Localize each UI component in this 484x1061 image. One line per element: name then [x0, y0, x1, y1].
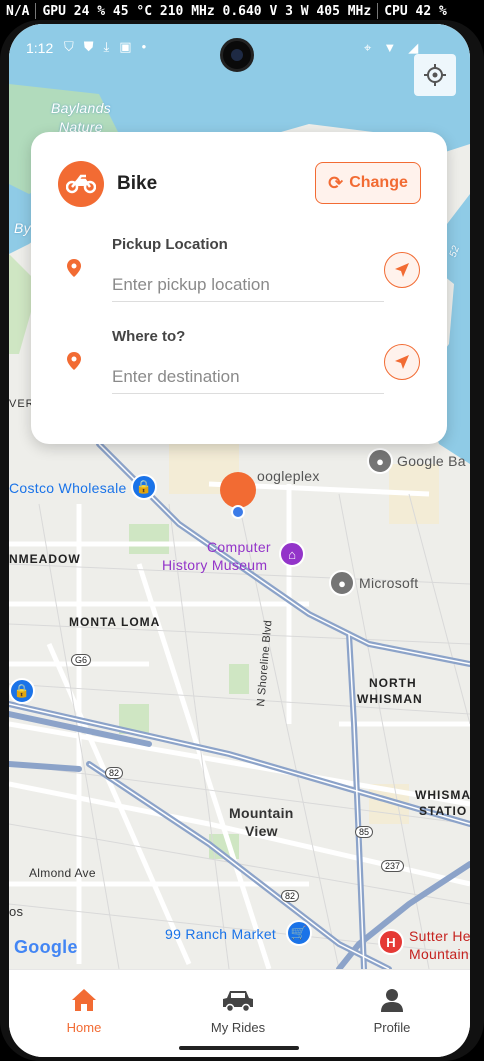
ride-request-card: Bike ⟳ Change Pickup Location Where to?	[31, 132, 447, 444]
place-poi-icon[interactable]: ●	[367, 448, 393, 474]
navigation-arrow-icon	[395, 263, 409, 277]
map-label-mountain-2[interactable]: Mountain	[409, 946, 469, 962]
shopping-poi-icon-2[interactable]: 🔒	[9, 678, 35, 704]
map-label-sutter[interactable]: Sutter He	[409, 928, 470, 944]
crosshair-icon	[424, 64, 446, 86]
map-label-by: By	[14, 220, 31, 236]
map-label-googleplex[interactable]: ooglepleх	[257, 468, 320, 484]
map-label-microsoft[interactable]: Microsoft	[359, 575, 419, 591]
app-screen: Baylands Nature By VER 52 🔒 Costco Whole…	[9, 24, 470, 1057]
route-82-shield-2: 82	[281, 890, 300, 902]
map-label-baylands: Baylands	[51, 100, 111, 116]
car-icon	[223, 991, 253, 1012]
map-label-almond: Almond Ave	[29, 866, 96, 880]
route-g6-shield: G6	[71, 654, 92, 666]
download-icon: ⤓	[103, 39, 110, 54]
cart-poi-icon[interactable]: 🛒	[286, 920, 312, 946]
map-label-costco[interactable]: Costco Wholesale	[9, 480, 127, 496]
map-label-history-museum[interactable]: History Museum	[162, 557, 267, 573]
wifi-icon: ▼	[383, 40, 397, 55]
home-icon	[72, 989, 96, 1011]
bottom-navigation: Home My Rides Profile	[9, 969, 470, 1057]
route-237-shield: 237	[381, 860, 405, 872]
map-label-meadow: NMEADOW	[9, 552, 81, 566]
map-label-monta-loma: MONTA LOMA	[69, 615, 161, 629]
map-label-whisman-station-1: WHISMA	[415, 788, 470, 802]
route-85-shield: 85	[355, 826, 374, 838]
pickup-label: Pickup Location	[112, 236, 228, 253]
vehicle-type: Bike	[117, 173, 158, 194]
person-icon	[381, 989, 403, 1012]
performance-overlay: N/A GPU 24 % 45 °C 210 MHz 0.640 V 3 W 4…	[0, 0, 484, 22]
overlay-cpu: CPU 42 %	[384, 3, 447, 19]
map-label-mountain: Mountain	[229, 805, 294, 821]
nav-my-rides[interactable]: My Rides	[178, 988, 298, 1035]
museum-poi-icon[interactable]: ⌂	[279, 541, 305, 567]
map-label-computer[interactable]: Computer	[207, 539, 271, 555]
change-label: Change	[349, 174, 408, 191]
destination-label: Where to?	[112, 328, 186, 345]
status-time: 1:12	[26, 40, 54, 56]
overlay-gpu: GPU 24 % 45 °C 210 MHz 0.640 V 3 W 405 M…	[42, 3, 372, 19]
hospital-poi-icon[interactable]: H	[378, 929, 404, 955]
map-label-whisman-station-2: STATIO	[419, 804, 468, 818]
front-camera	[220, 38, 254, 72]
nav-profile-label: Profile	[373, 1020, 411, 1035]
destination-pin-icon	[67, 352, 81, 370]
nav-my-rides-label: My Rides	[210, 1020, 266, 1035]
shield-icon: ⛉	[64, 39, 74, 54]
nav-home[interactable]: Home	[24, 988, 144, 1035]
google-logo: Google	[14, 937, 78, 957]
overlay-na: N/A	[6, 3, 30, 19]
navigation-arrow-icon-2	[395, 355, 409, 369]
map-label-os: os	[9, 904, 24, 919]
map-label-north: NORTH	[369, 676, 417, 690]
shopping-poi-icon[interactable]: 🔒	[131, 474, 157, 500]
route-82-shield: 82	[105, 767, 124, 779]
notification-icons: ⛉ ⛊ ⤓ ▣ •	[64, 39, 146, 55]
nav-home-label: Home	[66, 1020, 102, 1035]
map-label-99-ranch[interactable]: 99 Ranch Market	[165, 926, 276, 942]
a-box-icon: ▣	[119, 39, 132, 54]
gesture-home-indicator	[179, 1046, 299, 1050]
microsoft-poi-icon[interactable]: ●	[329, 570, 355, 596]
destination-input[interactable]	[112, 360, 384, 394]
map-label-whisman: WHISMAN	[357, 692, 423, 706]
nav-profile[interactable]: Profile	[332, 988, 452, 1035]
map-label-google-bay[interactable]: Google Ba	[397, 453, 466, 469]
pickup-locate-button[interactable]	[384, 252, 420, 288]
location-icon: ⌖	[364, 40, 372, 55]
my-location-button[interactable]	[414, 54, 456, 96]
destination-locate-button[interactable]	[384, 344, 420, 380]
shield-filled-icon: ⛊	[83, 39, 94, 54]
phone-frame: Baylands Nature By VER 52 🔒 Costco Whole…	[0, 20, 484, 1061]
refresh-icon: ⟳	[328, 172, 344, 193]
pickup-pin-icon	[67, 259, 81, 277]
dot-icon: •	[141, 39, 147, 54]
system-icons: ⌖ ▼ ◢	[364, 40, 418, 56]
motorbike-icon	[58, 161, 104, 207]
change-vehicle-button[interactable]: ⟳ Change	[315, 162, 421, 204]
status-bar: 1:12 ⛉ ⛊ ⤓ ▣ • ⌖ ▼ ◢	[9, 24, 470, 72]
pickup-input[interactable]	[112, 268, 384, 302]
map-label-view: View	[245, 823, 278, 839]
